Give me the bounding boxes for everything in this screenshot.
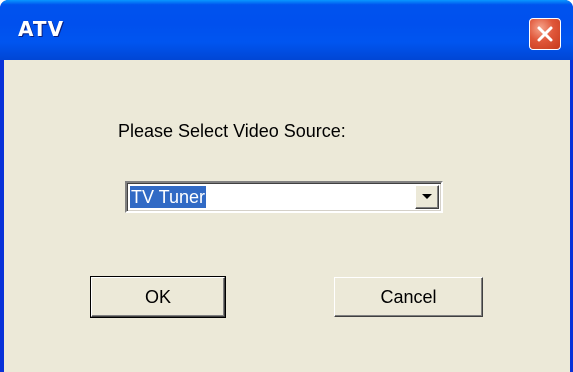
video-source-select[interactable]: TV Tuner — [125, 181, 443, 213]
close-button[interactable] — [529, 18, 561, 50]
ok-button[interactable]: OK — [90, 276, 226, 318]
video-source-label: Please Select Video Source: — [118, 121, 346, 141]
dropdown-button[interactable] — [415, 185, 439, 209]
selected-video-source: TV Tuner — [130, 186, 207, 208]
dialog-body: Please Select Video Source: TV Tuner OK … — [4, 60, 570, 372]
title-bar[interactable]: ATV — [0, 0, 573, 60]
window-title: ATV — [18, 17, 65, 41]
dialog-window: ATV Please Select Video Source: TV Tuner — [0, 0, 573, 372]
cancel-button[interactable]: Cancel — [334, 277, 483, 317]
cancel-button-label: Cancel — [380, 287, 437, 307]
ok-button-label: OK — [144, 287, 171, 307]
